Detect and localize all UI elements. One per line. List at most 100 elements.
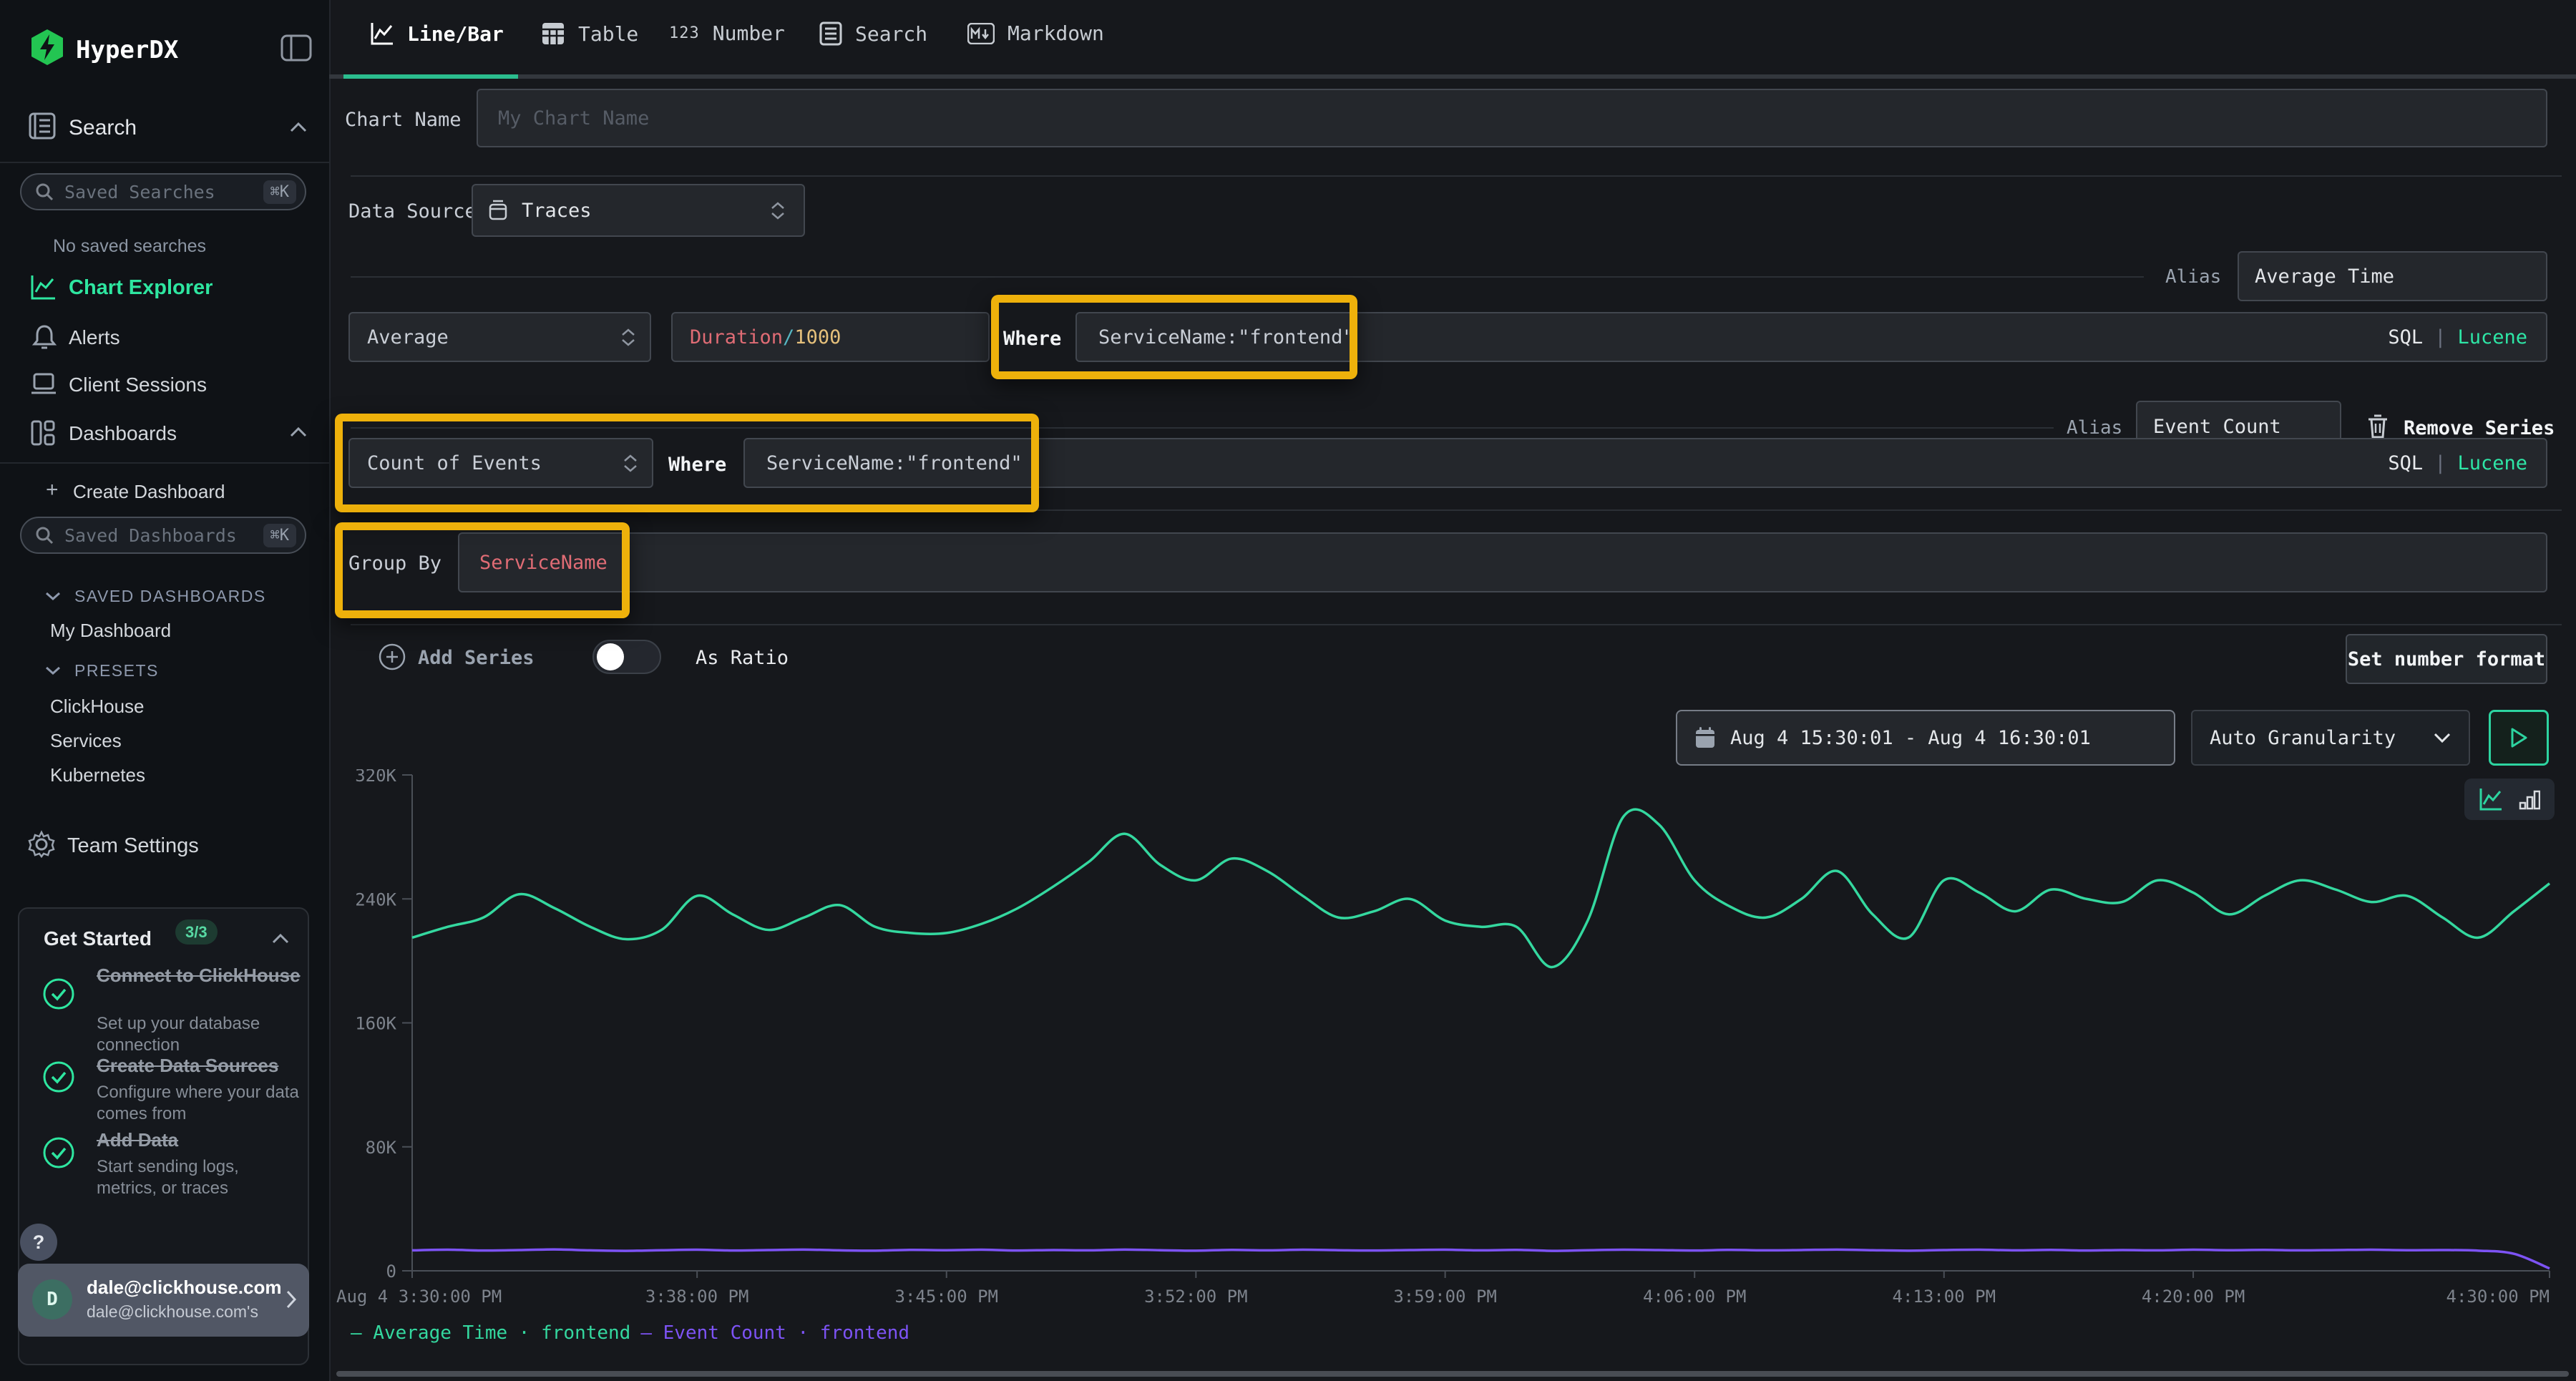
get-started-item-desc: Start sending logs, metrics, or traces (97, 1156, 301, 1199)
svg-text:4:13:00 PM: 4:13:00 PM (1893, 1287, 1996, 1307)
user-email: dale@clickhouse.com (87, 1277, 281, 1299)
as-ratio-label: As Ratio (696, 647, 789, 669)
svg-text:Aug 4 3:30:00 PM: Aug 4 3:30:00 PM (336, 1287, 502, 1307)
remove-series-button[interactable]: Remove Series (2404, 417, 2555, 439)
gear-icon (27, 830, 56, 859)
tab-underline-track (329, 74, 2576, 79)
sql-toggle[interactable]: SQL (2388, 452, 2423, 474)
chevron-down-icon[interactable] (44, 591, 62, 601)
sidebar: HyperDX Search Saved Searches ⌘K No save… (0, 0, 331, 1381)
get-started-item-title[interactable]: Connect to ClickHouse (97, 965, 301, 987)
sql-toggle[interactable]: SQL (2388, 326, 2423, 348)
as-ratio-toggle[interactable] (592, 640, 661, 674)
granularity-value: Auto Granularity (2210, 727, 2396, 749)
main-content: Line/Bar Table 123 Number Search Markdow… (329, 0, 2576, 1381)
tab-number[interactable]: 123 Number (669, 21, 785, 45)
sidebar-item-my-dashboard[interactable]: My Dashboard (50, 620, 171, 642)
horizontal-scrollbar[interactable] (336, 1371, 2569, 1377)
tab-table[interactable]: Table (541, 21, 638, 46)
legend-item[interactable]: — Event Count · frontend (640, 1322, 909, 1344)
lucene-toggle[interactable]: Lucene (2457, 452, 2527, 474)
play-icon (2509, 727, 2528, 748)
plus-circle-icon[interactable] (378, 643, 406, 671)
tab-markdown[interactable]: Markdown (967, 21, 1104, 45)
sidebar-item-dashboards[interactable]: Dashboards (69, 422, 177, 445)
sidebar-item-alerts[interactable]: Alerts (69, 326, 120, 349)
timeseries-chart[interactable]: 080K160K240K320KAug 4 3:30:00 PM3:38:00 … (336, 769, 2562, 1314)
tab-label: Number (713, 21, 785, 45)
laptop-icon (30, 372, 57, 396)
toggle-knob (597, 643, 624, 670)
field-token: Duration (690, 326, 783, 348)
tab-search[interactable]: Search (819, 21, 927, 46)
section-header-presets[interactable]: PRESETS (74, 661, 159, 680)
saved-dashboards-placeholder: Saved Dashboards (64, 525, 263, 546)
chevron-down-icon[interactable] (44, 665, 62, 675)
add-series-button[interactable]: Add Series (418, 647, 535, 669)
svg-text:3:52:00 PM: 3:52:00 PM (1144, 1287, 1248, 1307)
chevron-up-icon[interactable] (289, 426, 308, 438)
get-started-item-title[interactable]: Add Data (97, 1129, 301, 1151)
aggregation-value: Average (367, 326, 449, 348)
svg-text:160K: 160K (355, 1014, 396, 1034)
avatar: D (32, 1279, 72, 1319)
sidebar-item-search[interactable]: Search (69, 116, 137, 140)
alias-label: Alias (2067, 417, 2122, 439)
run-query-button[interactable] (2489, 710, 2549, 766)
date-range-input[interactable]: Aug 4 15:30:01 - Aug 4 16:30:01 (1676, 710, 2175, 766)
chevron-right-icon (286, 1289, 297, 1309)
chart-legend[interactable]: — Average Time · frontend — Event Count ·… (351, 1322, 919, 1344)
get-started-item-title[interactable]: Create Data Sources (97, 1055, 311, 1077)
series1-field-input[interactable]: Duration/1000 (671, 312, 990, 362)
series1-alias-input[interactable]: Average Time (2238, 251, 2547, 301)
table-icon (541, 21, 565, 46)
sidebar-item-team-settings[interactable]: Team Settings (67, 834, 199, 858)
divider (0, 462, 329, 464)
chevron-up-icon[interactable] (289, 122, 308, 133)
sidebar-collapse-icon[interactable] (280, 34, 312, 62)
tab-line-bar[interactable]: Line/Bar (370, 21, 504, 46)
saved-searches-input[interactable]: Saved Searches ⌘K (20, 173, 306, 210)
section-header-saved-dashboards[interactable]: SAVED DASHBOARDS (74, 587, 266, 606)
svg-text:3:59:00 PM: 3:59:00 PM (1393, 1287, 1497, 1307)
svg-text:240K: 240K (355, 889, 396, 909)
alias-label: Alias (2165, 266, 2221, 288)
chart-name-label: Chart Name (345, 109, 462, 131)
trash-icon[interactable] (2367, 414, 2389, 439)
lucene-toggle[interactable]: Lucene (2457, 326, 2527, 348)
toggle-divider: | (2434, 326, 2446, 348)
create-dashboard-button[interactable]: Create Dashboard (73, 481, 225, 503)
granularity-select[interactable]: Auto Granularity (2191, 710, 2470, 766)
data-source-value: Traces (522, 200, 592, 222)
saved-dashboards-input[interactable]: Saved Dashboards ⌘K (20, 517, 306, 554)
sidebar-item-client-sessions[interactable]: Client Sessions (69, 374, 207, 396)
svg-text:4:06:00 PM: 4:06:00 PM (1643, 1287, 1747, 1307)
divider (0, 162, 329, 163)
get-started-item-desc: Configure where your data comes from (97, 1082, 301, 1125)
data-source-select[interactable]: Traces (472, 184, 805, 237)
search-section-icon (29, 112, 56, 140)
group-by-input[interactable]: ServiceName (458, 532, 2547, 592)
sidebar-item-chart-explorer[interactable]: Chart Explorer (69, 276, 213, 300)
get-started-title: Get Started (44, 927, 152, 950)
legend-item[interactable]: — Average Time · frontend (351, 1322, 630, 1344)
sidebar-item-kubernetes[interactable]: Kubernetes (50, 764, 145, 786)
svg-text:4:30:00 PM: 4:30:00 PM (2446, 1287, 2550, 1307)
sidebar-item-clickhouse[interactable]: ClickHouse (50, 696, 145, 718)
chevron-down-icon (2433, 732, 2451, 743)
chevron-up-icon[interactable] (271, 933, 290, 945)
line-chart-icon (30, 273, 57, 301)
series1-aggregation-select[interactable]: Average (348, 312, 651, 362)
chart-name-input[interactable] (477, 89, 2547, 147)
help-button[interactable]: ? (20, 1224, 57, 1261)
set-number-format-button[interactable]: Set number format (2346, 634, 2547, 684)
alias-value: Event Count (2153, 416, 2281, 438)
chevron-updown-icon (771, 202, 789, 220)
line-chart-icon (370, 21, 394, 46)
highlight-box-where-1 (991, 295, 1357, 379)
user-profile-chip[interactable]: D dale@clickhouse.com dale@clickhouse.co… (18, 1264, 309, 1337)
check-circle-icon (42, 977, 75, 1010)
tab-label: Table (578, 22, 638, 46)
sidebar-item-services[interactable]: Services (50, 730, 122, 752)
tab-label: Markdown (1008, 21, 1104, 45)
